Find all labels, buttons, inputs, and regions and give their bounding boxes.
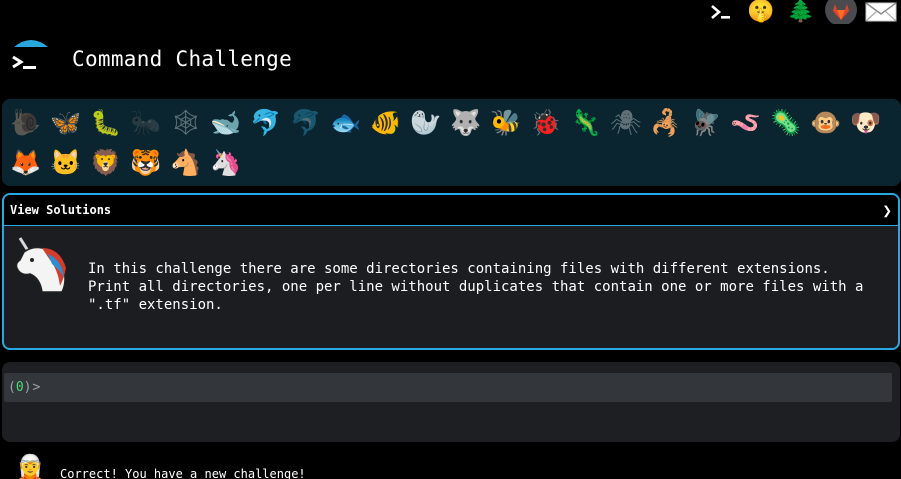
challenge-card: View Solutions ❯ In this challenge there… [2,193,900,350]
fish-icon[interactable]: 🐟 [326,103,366,143]
status-paren-close: ) [23,380,32,395]
challenge-description: In this challenge there are some directo… [88,260,888,314]
dolphin-2-icon[interactable]: 🐬 [286,103,326,143]
tropical-fish-icon[interactable]: 🐠 [366,103,406,143]
feedback-message: 🧝 Correct! You have a new challenge! [14,452,306,479]
shushing-face-icon[interactable]: 🤫 [741,0,781,24]
ladybug-icon[interactable]: 🐞 [526,103,566,143]
challenge-body: In this challenge there are some directo… [4,226,898,348]
terminal-logo-icon[interactable] [10,38,52,80]
terminal-icon[interactable] [701,0,741,24]
snail-icon[interactable]: 🐌 [6,103,46,143]
microbe-icon[interactable]: 🦠 [766,103,806,143]
spider-icon[interactable]: 🕷 [606,103,646,143]
terminal: (0) > [2,362,900,442]
page-title: Command Challenge [72,47,293,71]
fly-icon[interactable]: 🪰 [686,103,726,143]
lizard-icon[interactable]: 🦎 [566,103,606,143]
terminal-input-line[interactable]: (0) > [4,373,892,402]
feedback-text: Correct! You have a new challenge! [60,467,306,479]
exit-status: 0 [15,380,24,395]
horse-icon[interactable]: 🐴 [166,143,206,183]
dog-icon[interactable]: 🐶 [846,103,886,143]
gitlab-icon[interactable] [821,0,861,24]
spider-web-icon[interactable]: 🕸 [166,103,206,143]
tiger-icon[interactable]: 🐯 [126,143,166,183]
butterfly-icon[interactable]: 🦋 [46,103,86,143]
view-solutions-toggle[interactable]: View Solutions ❯ [4,195,898,226]
walrus-icon[interactable]: 🦭 [406,103,446,143]
challenge-line: Print all directories, one per line with… [88,279,864,295]
challenge-animal-strip: 🐌 🦋 🐛 🐜 🕸 🐋 🐬 🐬 🐟 🐠 🦭 🐺 🐝 🐞 🦎 🕷 🦂 🪰 🪱 🦠 🐵 🐶 🦊 🐱 🦁 🐯 🐴 🦄 [2,99,901,186]
worm-icon[interactable]: 🪱 [726,103,766,143]
unicorn-mascot-icon [12,234,70,294]
monkey-icon[interactable]: 🐵 [806,103,846,143]
prompt-symbol: > [32,380,41,395]
view-solutions-label: View Solutions [10,203,112,217]
envelope-icon[interactable] [861,0,901,24]
lion-icon[interactable]: 🦁 [86,143,126,183]
whale-icon[interactable]: 🐋 [206,103,246,143]
elf-mascot-icon: 🧝 [14,454,47,479]
ant-icon[interactable]: 🐜 [126,103,166,143]
challenge-line: In this challenge there are some directo… [88,261,830,277]
scorpion-icon[interactable]: 🦂 [646,103,686,143]
bee-icon[interactable]: 🐝 [486,103,526,143]
fox-icon[interactable]: 🦊 [6,143,46,183]
cat-icon[interactable]: 🐱 [46,143,86,183]
status-paren-open: ( [8,380,16,395]
challenge-line: ".tf" extension. [88,297,223,313]
wolf-icon[interactable]: 🐺 [446,103,486,143]
unicorn-icon[interactable]: 🦄 [206,143,246,183]
top-nav: 🤫 🌲 [701,0,901,24]
chevron-right-icon: ❯ [882,200,892,220]
caterpillar-icon[interactable]: 🐛 [86,103,126,143]
christmas-tree-icon[interactable]: 🌲 [781,0,821,24]
header: Command Challenge [10,38,292,80]
dolphin-icon[interactable]: 🐬 [246,103,286,143]
